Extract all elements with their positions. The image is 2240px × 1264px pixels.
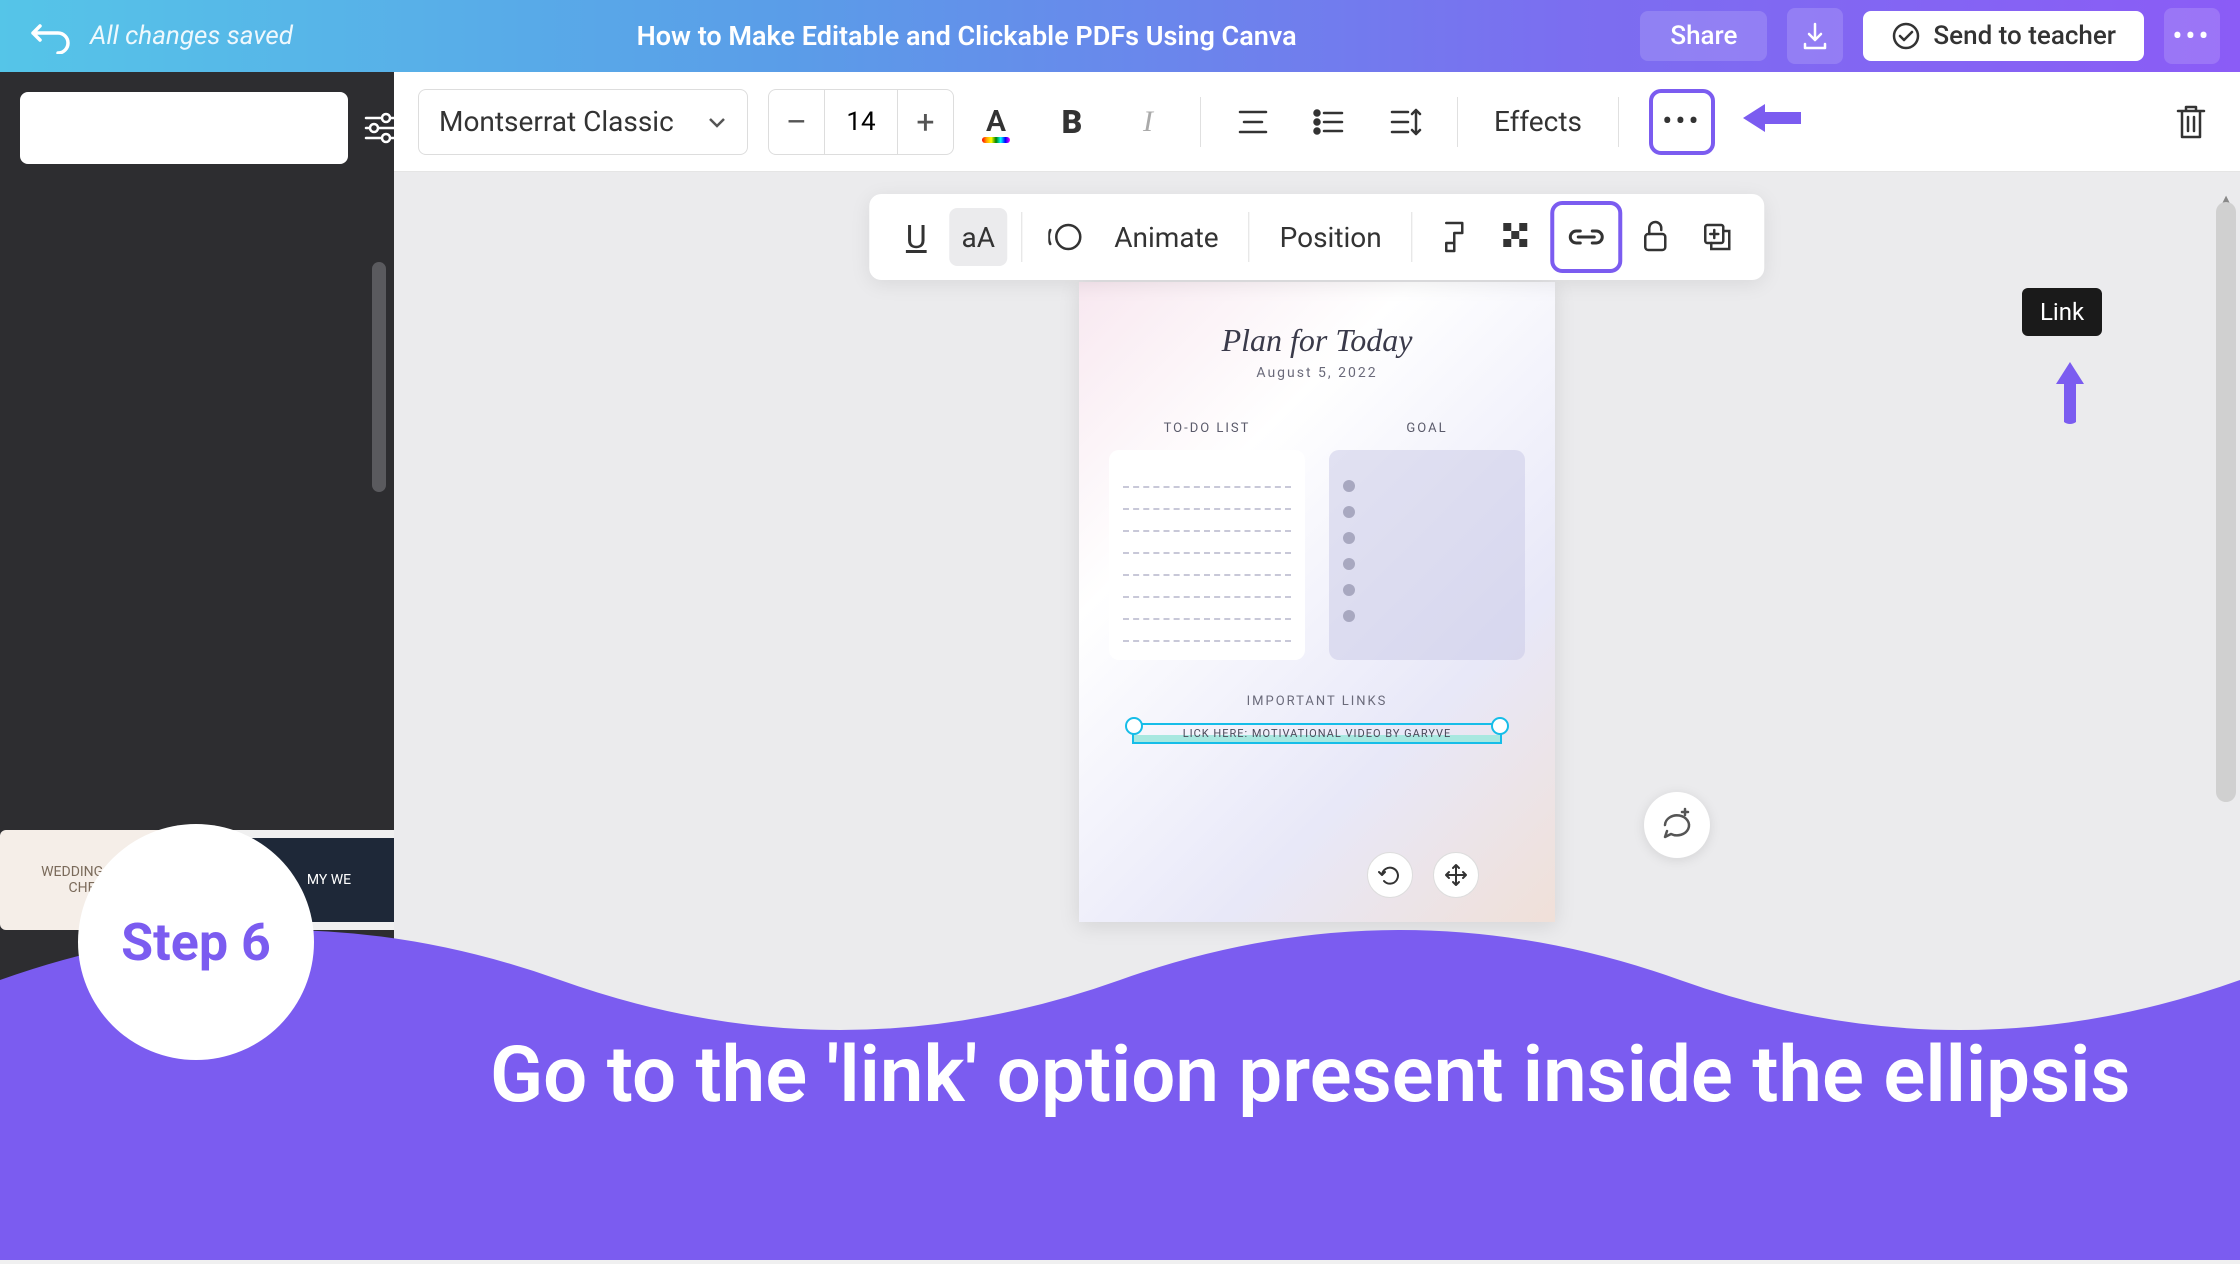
canvas-scrollbar[interactable] (2216, 202, 2236, 802)
canvas-page[interactable]: Plan for Today August 5, 2022 TO-DO LIST (1079, 282, 1555, 922)
todo-card (1109, 450, 1305, 660)
goal-bullet (1343, 506, 1355, 518)
search-area (20, 92, 374, 164)
duplicate-button[interactable] (1689, 208, 1747, 266)
share-button[interactable]: Share (1640, 11, 1767, 61)
lock-button[interactable] (1627, 208, 1685, 266)
todo-line (1123, 532, 1291, 554)
todo-line (1123, 620, 1291, 642)
goal-bullet (1343, 610, 1355, 622)
todo-line (1123, 554, 1291, 576)
sidebar-scrollbar[interactable] (372, 262, 386, 492)
more-options-button[interactable]: ••• (1649, 89, 1715, 155)
goal-bullet (1343, 558, 1355, 570)
effects-button[interactable]: Effects (1476, 105, 1600, 138)
link-text: LICK HERE: MOTIVATIONAL VIDEO BY GARYVE (1134, 725, 1500, 742)
case-button[interactable]: aA (949, 208, 1007, 266)
chevron-down-icon (707, 116, 727, 128)
step-instruction: Go to the 'link' option present inside t… (490, 1021, 2140, 1130)
text-toolbar: Montserrat Classic – 14 + A B I Effects (394, 72, 2240, 172)
links-heading: IMPORTANT LINKS (1109, 694, 1525, 709)
todo-line (1123, 488, 1291, 510)
font-selector[interactable]: Montserrat Classic (418, 89, 748, 155)
send-label: Send to teacher (1933, 21, 2116, 51)
font-size-value[interactable]: 14 (825, 90, 897, 154)
animate-button[interactable]: Animate (1098, 221, 1234, 254)
position-button[interactable]: Position (1264, 221, 1398, 254)
page-date: August 5, 2022 (1109, 365, 1525, 381)
todo-line (1123, 576, 1291, 598)
search-input[interactable] (20, 92, 348, 164)
todo-block: TO-DO LIST (1109, 421, 1305, 660)
annotation-arrow-left (1743, 93, 1803, 151)
divider (1457, 97, 1458, 147)
todo-heading: TO-DO LIST (1109, 421, 1305, 436)
italic-button[interactable]: I (1118, 92, 1178, 152)
page-title: How to Make Editable and Clickable PDFs … (313, 20, 1620, 52)
todo-line (1123, 598, 1291, 620)
spacing-button[interactable] (1375, 92, 1435, 152)
list-button[interactable] (1299, 92, 1359, 152)
transparency-button[interactable] (1489, 208, 1547, 266)
decrease-size-button[interactable]: – (769, 90, 825, 154)
goal-heading: GOAL (1329, 421, 1525, 436)
sections: TO-DO LIST GOAL (1109, 421, 1525, 660)
send-to-teacher-button[interactable]: Send to teacher (1863, 11, 2144, 61)
top-bar: All changes saved How to Make Editable a… (0, 0, 2240, 72)
underline-button[interactable]: U (887, 208, 945, 266)
more-menu-button[interactable]: ••• (2164, 8, 2220, 64)
divider (1618, 97, 1619, 147)
tutorial-overlay: Step 6 Go to the 'link' option present i… (0, 860, 2240, 1260)
animate-icon[interactable] (1036, 208, 1094, 266)
delete-button[interactable] (2166, 97, 2216, 147)
divider (1249, 212, 1250, 262)
step-badge: Step 6 (78, 824, 314, 1060)
bold-button[interactable]: B (1042, 92, 1102, 152)
font-size-group: – 14 + (768, 89, 954, 155)
goal-block: GOAL (1329, 421, 1525, 660)
goal-bullet (1343, 584, 1355, 596)
align-button[interactable] (1223, 92, 1283, 152)
divider (1200, 97, 1201, 147)
annotation-arrow-up (2050, 362, 2090, 456)
increase-size-button[interactable]: + (897, 90, 953, 154)
save-status: All changes saved (90, 21, 293, 51)
selected-text-element[interactable]: LICK HERE: MOTIVATIONAL VIDEO BY GARYVE (1132, 723, 1502, 744)
undo-icon[interactable] (20, 16, 80, 56)
divider (1412, 212, 1413, 262)
font-name: Montserrat Classic (439, 105, 674, 138)
copy-style-button[interactable] (1427, 208, 1485, 266)
todo-line (1123, 510, 1291, 532)
goal-card (1329, 450, 1525, 660)
link-button[interactable] (1551, 201, 1623, 273)
goal-bullet (1343, 532, 1355, 544)
divider (1021, 212, 1022, 262)
secondary-toolbar: U aA Animate Position (869, 194, 1764, 280)
page-heading: Plan for Today (1109, 322, 1525, 359)
text-color-button[interactable]: A (966, 92, 1026, 152)
add-comment-button[interactable] (1644, 792, 1710, 858)
download-button[interactable] (1787, 8, 1843, 64)
link-tooltip: Link (2022, 288, 2102, 336)
goal-bullet (1343, 480, 1355, 492)
todo-line (1123, 466, 1291, 488)
